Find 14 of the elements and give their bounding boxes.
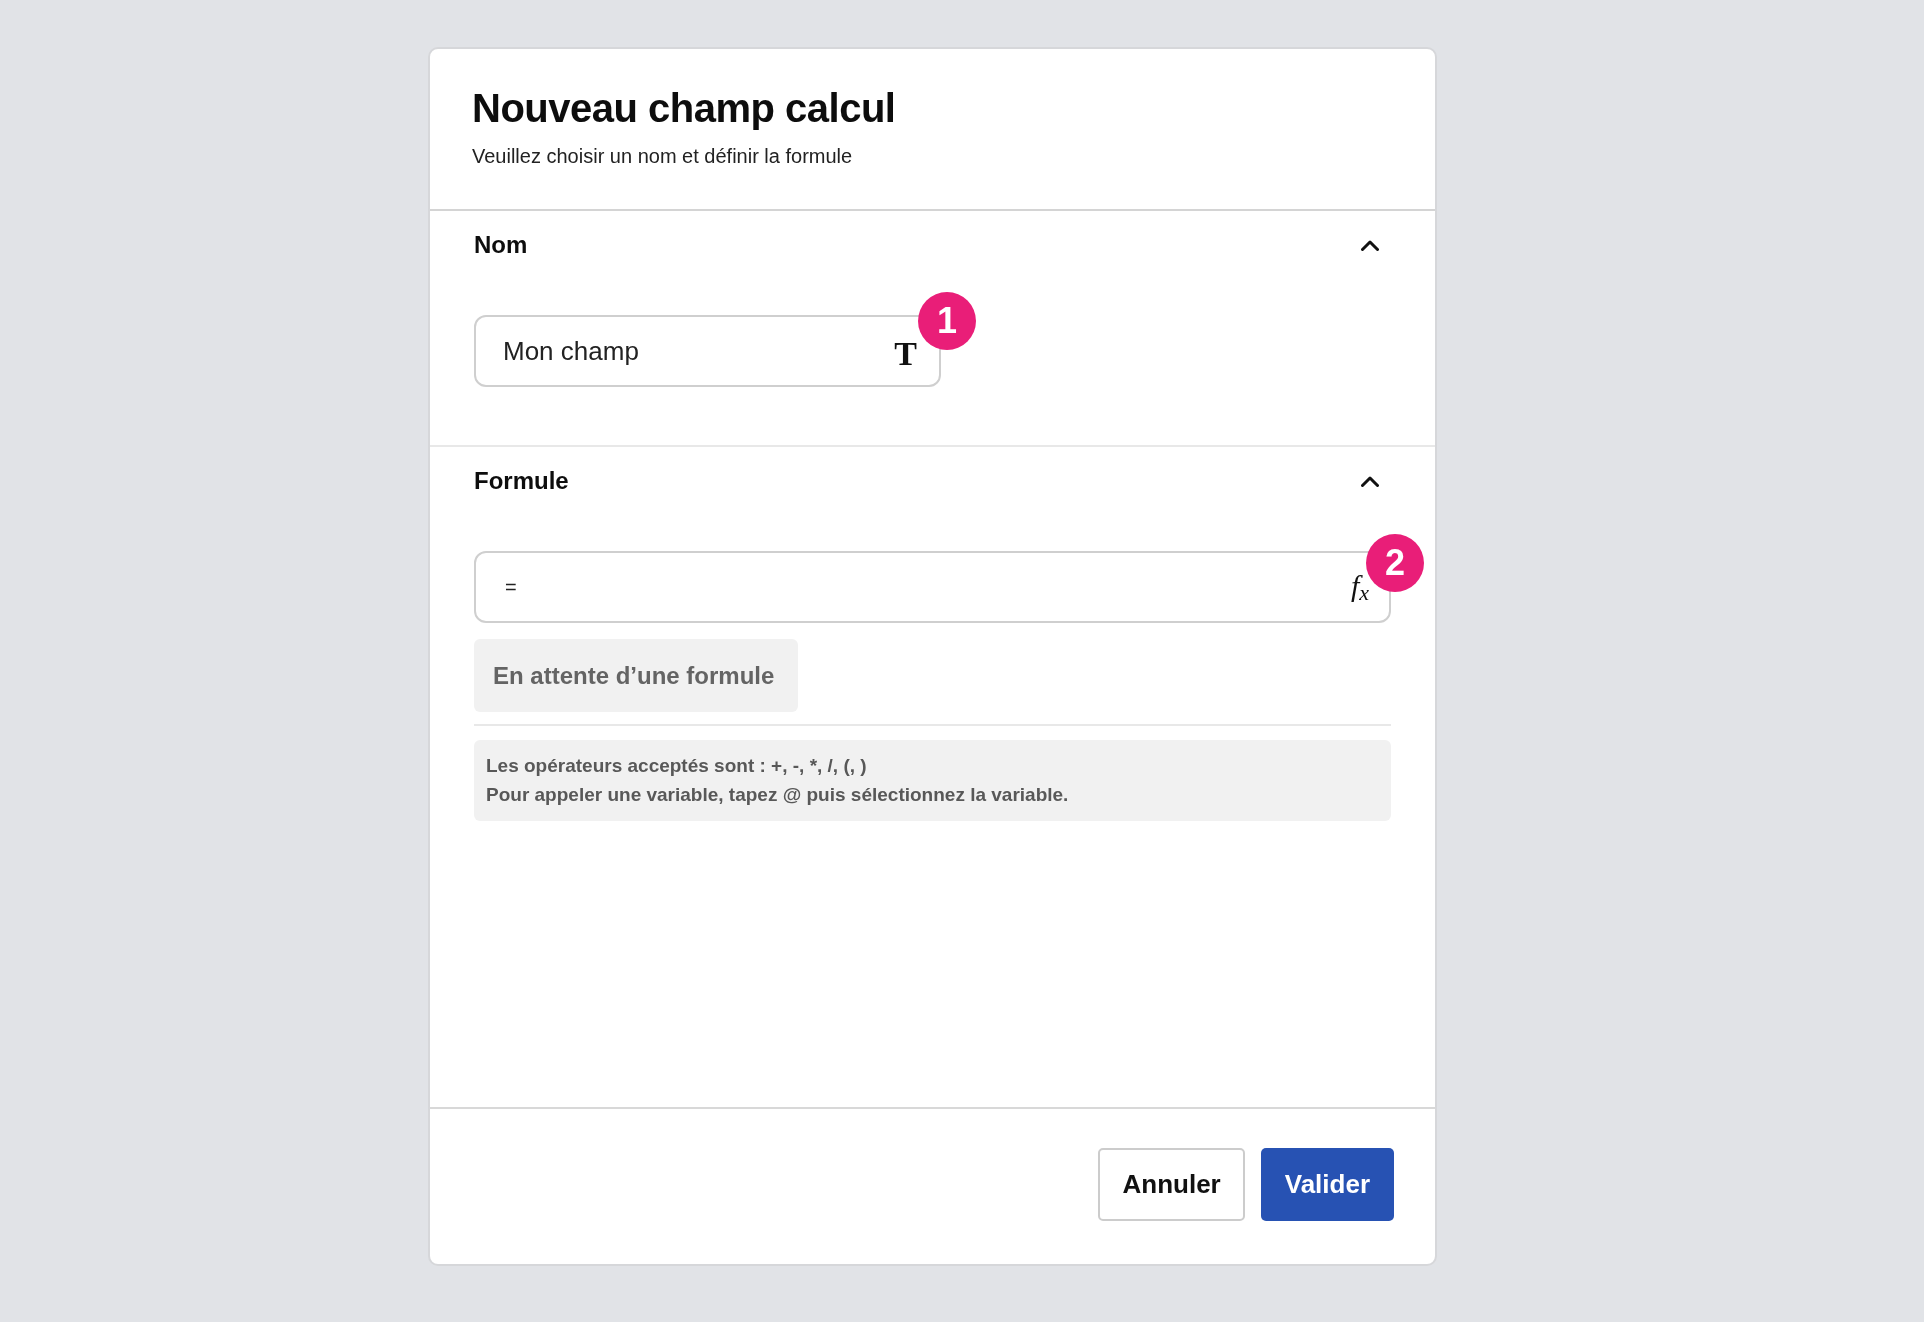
help-text: Les opérateurs acceptés sont : +, -, *, /, (, ) [486, 754, 868, 778]
dialog-title: Nouveau champ calcul [472, 85, 897, 132]
function-icon: f$_{x}$ [1350, 568, 1369, 610]
section-title: Nom [474, 230, 528, 260]
dialog-subtitle: Veuillez choisir un nom et définir la formule [472, 144, 854, 168]
chevron-up-icon[interactable] [1361, 475, 1379, 487]
text-type-icon: T [894, 337, 917, 371]
section-title: Formule [474, 466, 569, 496]
chevron-up-icon[interactable] [1361, 239, 1379, 251]
confirm-button[interactable]: Valider [1260, 1148, 1394, 1221]
status-message: En attente d’une formule [474, 639, 799, 712]
step-marker: 1 [918, 292, 976, 350]
cancel-button[interactable]: Annuler [1098, 1148, 1245, 1221]
help-text: Pour appeler une variable, tapez @ puis sélectionnez la variable. [486, 783, 1070, 807]
